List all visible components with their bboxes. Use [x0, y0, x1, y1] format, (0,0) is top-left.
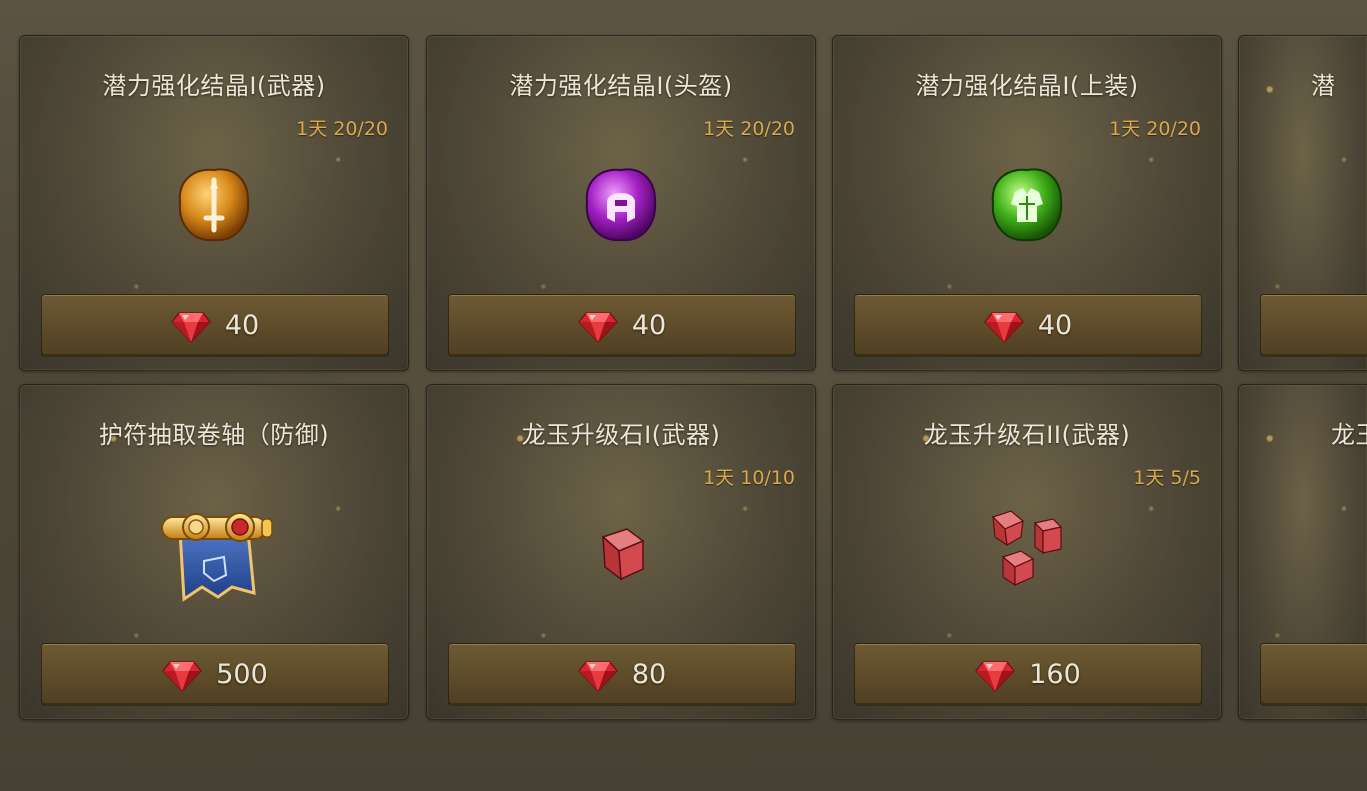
price-value: 40	[631, 310, 667, 341]
price-value: 40	[224, 310, 260, 341]
item-title: 护符抽取卷轴（防御)	[98, 421, 330, 449]
shop-item-card[interactable]: 潜力强化结晶I(武器) 1天 20/20 40	[19, 35, 409, 371]
purchase-limit: 1天 20/20	[703, 118, 795, 140]
shop-grid: 潜力强化结晶I(武器) 1天 20/20 40 潜力强化结晶I(头盔) 1天 2…	[0, 0, 1367, 791]
buy-button[interactable]: 40	[854, 294, 1202, 357]
shop-item-card[interactable]: 龙玉升级石I(武器) 1天 10/10 80	[426, 384, 816, 720]
buy-button[interactable]: 80	[448, 643, 796, 706]
red-gem-icon	[984, 309, 1024, 343]
price-value: 160	[1029, 659, 1081, 690]
red-gem-icon	[975, 658, 1016, 692]
shop-item-card[interactable]: 龙玉升级石II(武器) 1天 5/5 160	[832, 384, 1222, 720]
purchase-limit: 1天 5/5	[1133, 467, 1201, 489]
buy-button[interactable]: 40	[448, 294, 796, 357]
red-cubes-icon	[957, 501, 1097, 621]
red-cube-icon	[551, 501, 691, 621]
red-gem-icon	[162, 658, 203, 692]
shop-item-card-partial[interactable]: 龙玉	[1238, 384, 1367, 720]
purchase-limit: 1天 10/10	[703, 467, 795, 489]
crystal-weapon-icon	[144, 152, 284, 272]
shop-item-card[interactable]: 护符抽取卷轴（防御) 500	[19, 384, 409, 720]
buy-button[interactable]: 500	[41, 643, 389, 706]
item-title: 潜力强化结晶I(武器)	[102, 72, 326, 100]
buy-button[interactable]	[1260, 294, 1367, 357]
scroll-defense-icon	[144, 501, 284, 621]
shop-item-card[interactable]: 潜力强化结晶I(上装) 1天 20/20 40	[832, 35, 1222, 371]
buy-button[interactable]: 160	[854, 643, 1202, 706]
red-gem-icon	[578, 658, 618, 692]
item-title: 龙玉升级石I(武器)	[521, 421, 721, 449]
item-title: 潜力强化结晶I(上装)	[915, 72, 1139, 100]
item-title: 龙玉升级石II(武器)	[923, 421, 1131, 449]
purchase-limit: 1天 20/20	[296, 118, 388, 140]
crystal-helmet-icon	[551, 152, 691, 272]
price-value: 80	[631, 659, 667, 690]
shop-item-card[interactable]: 潜力强化结晶I(头盔) 1天 20/20 40	[426, 35, 816, 371]
shop-item-card-partial[interactable]: 潜	[1238, 35, 1367, 371]
red-gem-icon	[578, 309, 618, 343]
item-title: 龙玉	[1331, 421, 1367, 449]
buy-button[interactable]: 40	[41, 294, 389, 357]
item-title: 潜	[1311, 72, 1336, 100]
buy-button[interactable]	[1260, 643, 1367, 706]
red-gem-icon	[171, 309, 211, 343]
item-title: 潜力强化结晶I(头盔)	[509, 72, 733, 100]
price-value: 500	[216, 659, 268, 690]
price-value: 40	[1037, 310, 1073, 341]
crystal-armor-icon	[957, 152, 1097, 272]
purchase-limit: 1天 20/20	[1109, 118, 1201, 140]
